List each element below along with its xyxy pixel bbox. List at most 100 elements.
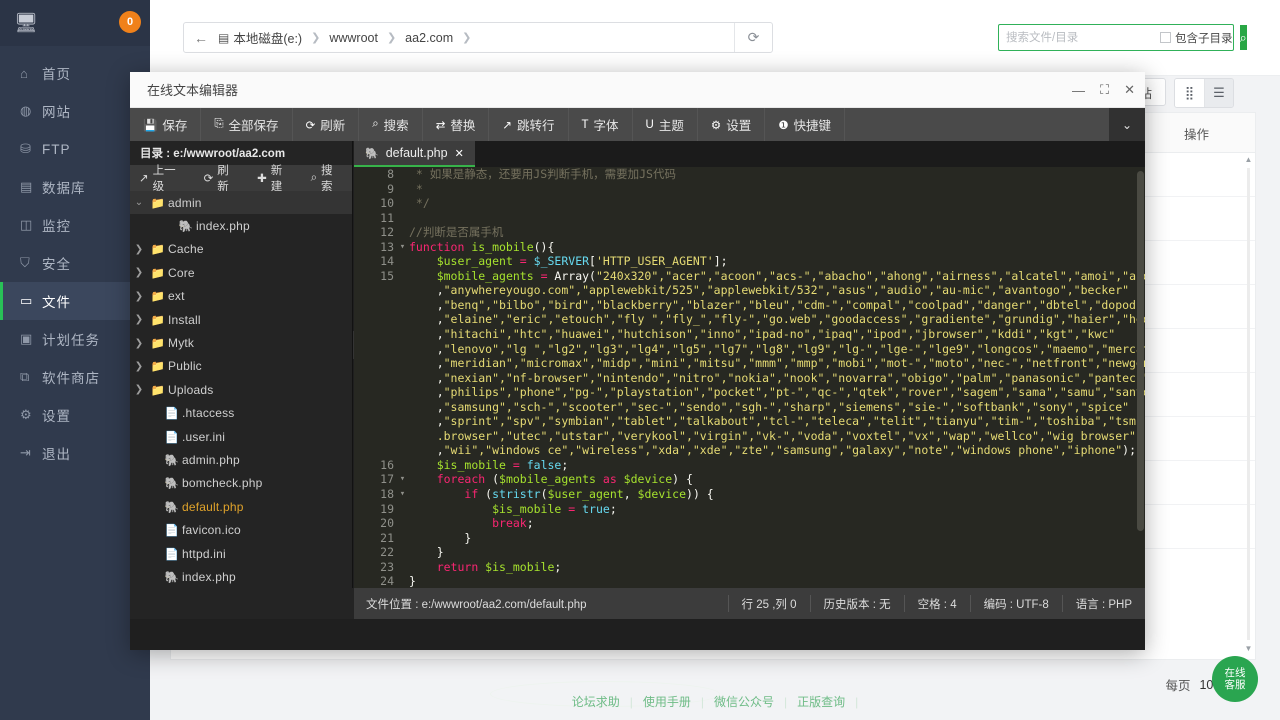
file-tree-node-7[interactable]: ❯📁Public (130, 355, 352, 378)
minimize-icon[interactable]: — (1072, 83, 1085, 98)
refresh-icon[interactable]: ⟳ (734, 23, 772, 52)
file-tree-tool-2[interactable]: ✚新建 (248, 162, 301, 194)
editor-toolbar-button-9[interactable]: ❶快捷键 (765, 108, 845, 141)
sidebar-item-0[interactable]: ⌂首页 (0, 54, 150, 92)
sidebar-item-4[interactable]: ◫监控 (0, 206, 150, 244)
file-tree-node-15[interactable]: 📄httpd.ini (130, 542, 352, 565)
grid-view-icon[interactable]: ⣿ (1175, 79, 1204, 107)
file-tree-node-1[interactable]: 🐘index.php (130, 214, 352, 237)
breadcrumb-item-wwwroot[interactable]: wwwroot (329, 31, 378, 45)
file-tree-node-9[interactable]: 📄.htaccess (130, 402, 352, 425)
status-indent[interactable]: 空格 : 4 (904, 595, 970, 612)
editor-toolbar-button-6[interactable]: T字体 (569, 108, 633, 141)
line-number (354, 283, 398, 298)
maximize-icon[interactable]: ⛶ (1100, 82, 1109, 98)
sidebar-item-7[interactable]: ▣计划任务 (0, 320, 150, 358)
chevron-right-icon[interactable]: ❯ (130, 314, 148, 325)
editor-toolbar-button-1[interactable]: ⎘全部保存 (201, 108, 292, 141)
footer-link-2[interactable]: 微信公众号 (714, 693, 774, 710)
fold-toggle-icon[interactable]: ▾ (398, 472, 407, 487)
code-editor[interactable]: 8 * 如果是静态，还要用JS判断手机，需要加JS代码9 *10 */1112/… (354, 167, 1145, 619)
code-text: if (stristr($user_agent, $device)) { (407, 487, 714, 502)
file-tree-node-8[interactable]: ❯📁Uploads (130, 378, 352, 401)
back-icon[interactable]: ← (184, 30, 218, 46)
file-tree-node-14[interactable]: 📄favicon.ico (130, 518, 352, 541)
chevron-right-icon[interactable]: ❯ (130, 361, 148, 372)
fold-toggle-icon[interactable]: ▾ (398, 240, 407, 255)
code-text: ,"wii","windows ce","wireless","xda","xd… (407, 443, 1136, 458)
file-tree-node-label: index.php (196, 219, 250, 233)
scroll-up-icon[interactable]: ▲ (1244, 155, 1253, 164)
editor-toolbar-button-5[interactable]: ↗跳转行 (489, 108, 568, 141)
scroll-down-icon[interactable]: ▼ (1244, 644, 1253, 653)
sidebar-item-2[interactable]: ⛁FTP (0, 130, 150, 168)
apps-icon: ⧉ (20, 369, 42, 385)
table-scrollbar[interactable]: ▲ ▼ (1244, 155, 1253, 653)
list-view-icon[interactable]: ☰ (1204, 79, 1233, 107)
editor-toolbar-button-4[interactable]: ⇄替换 (423, 108, 490, 141)
tab-default-php[interactable]: 🐘 default.php ✕ (354, 141, 475, 167)
line-number: 15 (354, 269, 398, 284)
chevron-down-icon[interactable]: ⌄ (130, 197, 148, 208)
close-icon[interactable]: ✕ (1124, 82, 1135, 98)
sidebar-item-1[interactable]: ◍网站 (0, 92, 150, 130)
code-line: 19 $is_mobile = true; (354, 502, 1145, 517)
file-tree-node-13[interactable]: 🐘default.php (130, 495, 352, 518)
file-tree-node-10[interactable]: 📄.user.ini (130, 425, 352, 448)
file-tree-node-label: default.php (182, 500, 244, 514)
code-scrollbar[interactable] (1137, 171, 1144, 531)
online-support-button[interactable]: 在线 客服 (1212, 656, 1258, 702)
footer-link-0[interactable]: 论坛求助 (572, 693, 620, 710)
editor-toolbar-button-0[interactable]: 💾保存 (130, 108, 201, 141)
editor-toolbar-button-2[interactable]: ⟳刷新 (293, 108, 360, 141)
scrollbar-track[interactable] (1247, 168, 1250, 640)
code-line: ,"philips","phone","pg-","playstation","… (354, 385, 1145, 400)
chevron-right-icon[interactable]: ❯ (130, 244, 148, 255)
file-tree-node-0[interactable]: ⌄📁admin (130, 191, 352, 214)
chevron-right-icon[interactable]: ❯ (130, 338, 148, 349)
sidebar-item-6[interactable]: ▭文件 (0, 282, 150, 320)
editor-toolbar-button-7[interactable]: U主题 (633, 108, 698, 141)
file-tree-node-6[interactable]: ❯📁Mytk (130, 331, 352, 354)
include-subdirs-checkbox[interactable]: 包含子目录 (1160, 30, 1240, 46)
chevron-right-icon[interactable]: ❯ (130, 267, 148, 278)
file-tree-node-11[interactable]: 🐘admin.php (130, 448, 352, 471)
sidebar-toolbar: ↗上一级⟳刷新✚新建⌕搜索 (130, 165, 352, 191)
file-tree-node-3[interactable]: ❯📁Core (130, 261, 352, 284)
file-tree-node-5[interactable]: ❯📁Install (130, 308, 352, 331)
search-input[interactable] (999, 25, 1160, 50)
editor-toolbar-button-8[interactable]: ⚙设置 (698, 108, 765, 141)
file-tree-node-16[interactable]: 🐘index.php (130, 565, 352, 588)
chevron-right-icon[interactable]: ❯ (130, 384, 148, 395)
sidebar-item-9[interactable]: ⚙设置 (0, 396, 150, 434)
footer-link-1[interactable]: 使用手册 (643, 693, 691, 710)
sidebar-item-8[interactable]: ⧉软件商店 (0, 358, 150, 396)
editor-toolbar-button-3[interactable]: ⌕搜索 (359, 108, 422, 141)
footer-link-3[interactable]: 正版查询 (797, 693, 845, 710)
status-language[interactable]: 语言 : PHP (1062, 595, 1145, 612)
chevron-down-icon[interactable]: ⌄ (1109, 108, 1145, 141)
code-line: 10 */ (354, 196, 1145, 211)
file-tree-node-4[interactable]: ❯📁ext (130, 285, 352, 308)
status-encoding[interactable]: 编码 : UTF-8 (970, 595, 1062, 612)
breadcrumb-disk[interactable]: ▤ 本地磁盘(e:) (218, 28, 302, 47)
file-tree-tool-1[interactable]: ⟳刷新 (195, 162, 248, 194)
editor-title-bar[interactable]: 在线文本编辑器 — ⛶ ✕ (130, 72, 1145, 108)
breadcrumb-item-aa2com[interactable]: aa2.com (405, 31, 453, 45)
file-tree-tool-3[interactable]: ⌕搜索 (302, 162, 352, 194)
line-number: 21 (354, 531, 398, 546)
sidebar-item-10[interactable]: ⇥退出 (0, 434, 150, 472)
sidebar-item-3[interactable]: ▤数据库 (0, 168, 150, 206)
file-tree-node-2[interactable]: ❯📁Cache (130, 238, 352, 261)
fold-toggle-icon[interactable]: ▾ (398, 487, 407, 502)
chevron-right-icon[interactable]: ❯ (130, 291, 148, 302)
sidebar-item-5[interactable]: ⛉安全 (0, 244, 150, 282)
nav-logo[interactable]: 🖥 0 (0, 0, 150, 46)
file-tree-node-12[interactable]: 🐘bomcheck.php (130, 472, 352, 495)
line-number: 12 (354, 225, 398, 240)
tab-close-icon[interactable]: ✕ (455, 147, 464, 160)
status-history-version[interactable]: 历史版本 : 无 (810, 595, 904, 612)
search-button[interactable]: ⌕ (1240, 25, 1247, 50)
notification-badge[interactable]: 0 (119, 11, 141, 33)
file-tree-tool-0[interactable]: ↗上一级 (130, 162, 195, 194)
